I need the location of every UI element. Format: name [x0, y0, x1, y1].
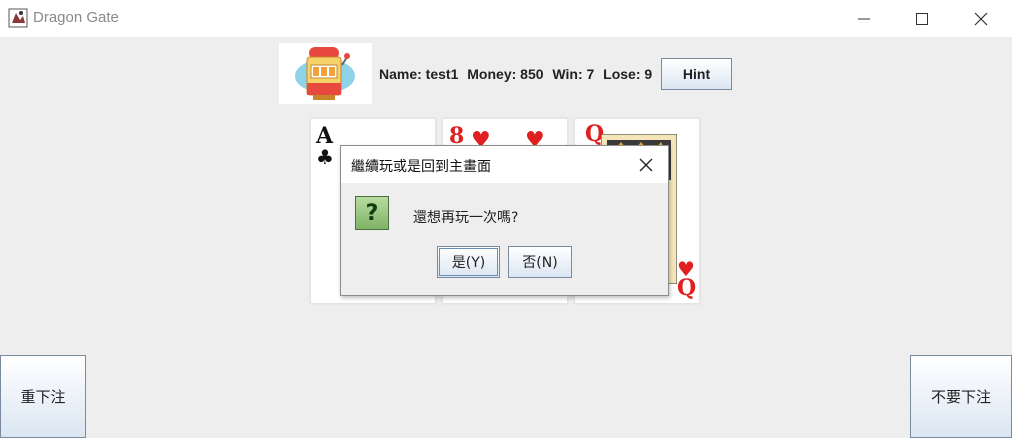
rebet-button[interactable]: 重下注 — [0, 355, 86, 438]
player-money: Money: 850 — [467, 66, 544, 82]
window-titlebar: Dragon Gate — [0, 0, 1012, 37]
dialog-titlebar: 繼續玩或是回到主畫面 — [341, 146, 668, 183]
close-icon — [974, 12, 988, 25]
close-button[interactable] — [958, 0, 1004, 37]
slot-machine-logo — [279, 43, 372, 104]
minimize-icon — [858, 18, 870, 19]
dialog-title: 繼續玩或是回到主畫面 — [351, 159, 491, 175]
player-info: Name: test1 Money: 850 Win: 7 Lose: 9 — [379, 66, 657, 82]
confirm-dialog: 繼續玩或是回到主畫面 ? 還想再玩一次嗎? 是(Y) 否(N) — [340, 145, 669, 296]
dialog-close-icon[interactable] — [637, 156, 655, 174]
no-bet-button[interactable]: 不要下注 — [910, 355, 1012, 438]
card-rank: A — [316, 123, 334, 149]
no-button[interactable]: 否(N) — [508, 246, 572, 278]
maximize-button[interactable] — [899, 0, 945, 37]
minimize-button[interactable] — [841, 0, 887, 37]
dialog-message: 還想再玩一次嗎? — [413, 210, 519, 226]
hint-button[interactable]: Hint — [661, 58, 732, 90]
card-suit: ♣ — [316, 145, 334, 169]
question-icon: ? — [355, 196, 389, 230]
maximize-icon — [916, 12, 928, 25]
card-rank: Q — [677, 275, 697, 301]
card-rank: 8 — [449, 123, 465, 149]
slot-machine-icon — [295, 47, 355, 100]
window-title: Dragon Gate — [33, 9, 119, 26]
player-losses: Lose: 9 — [603, 66, 653, 82]
player-name: Name: test1 — [379, 66, 459, 82]
yes-button[interactable]: 是(Y) — [437, 246, 500, 278]
app-icon — [8, 8, 28, 28]
player-wins: Win: 7 — [552, 66, 595, 82]
